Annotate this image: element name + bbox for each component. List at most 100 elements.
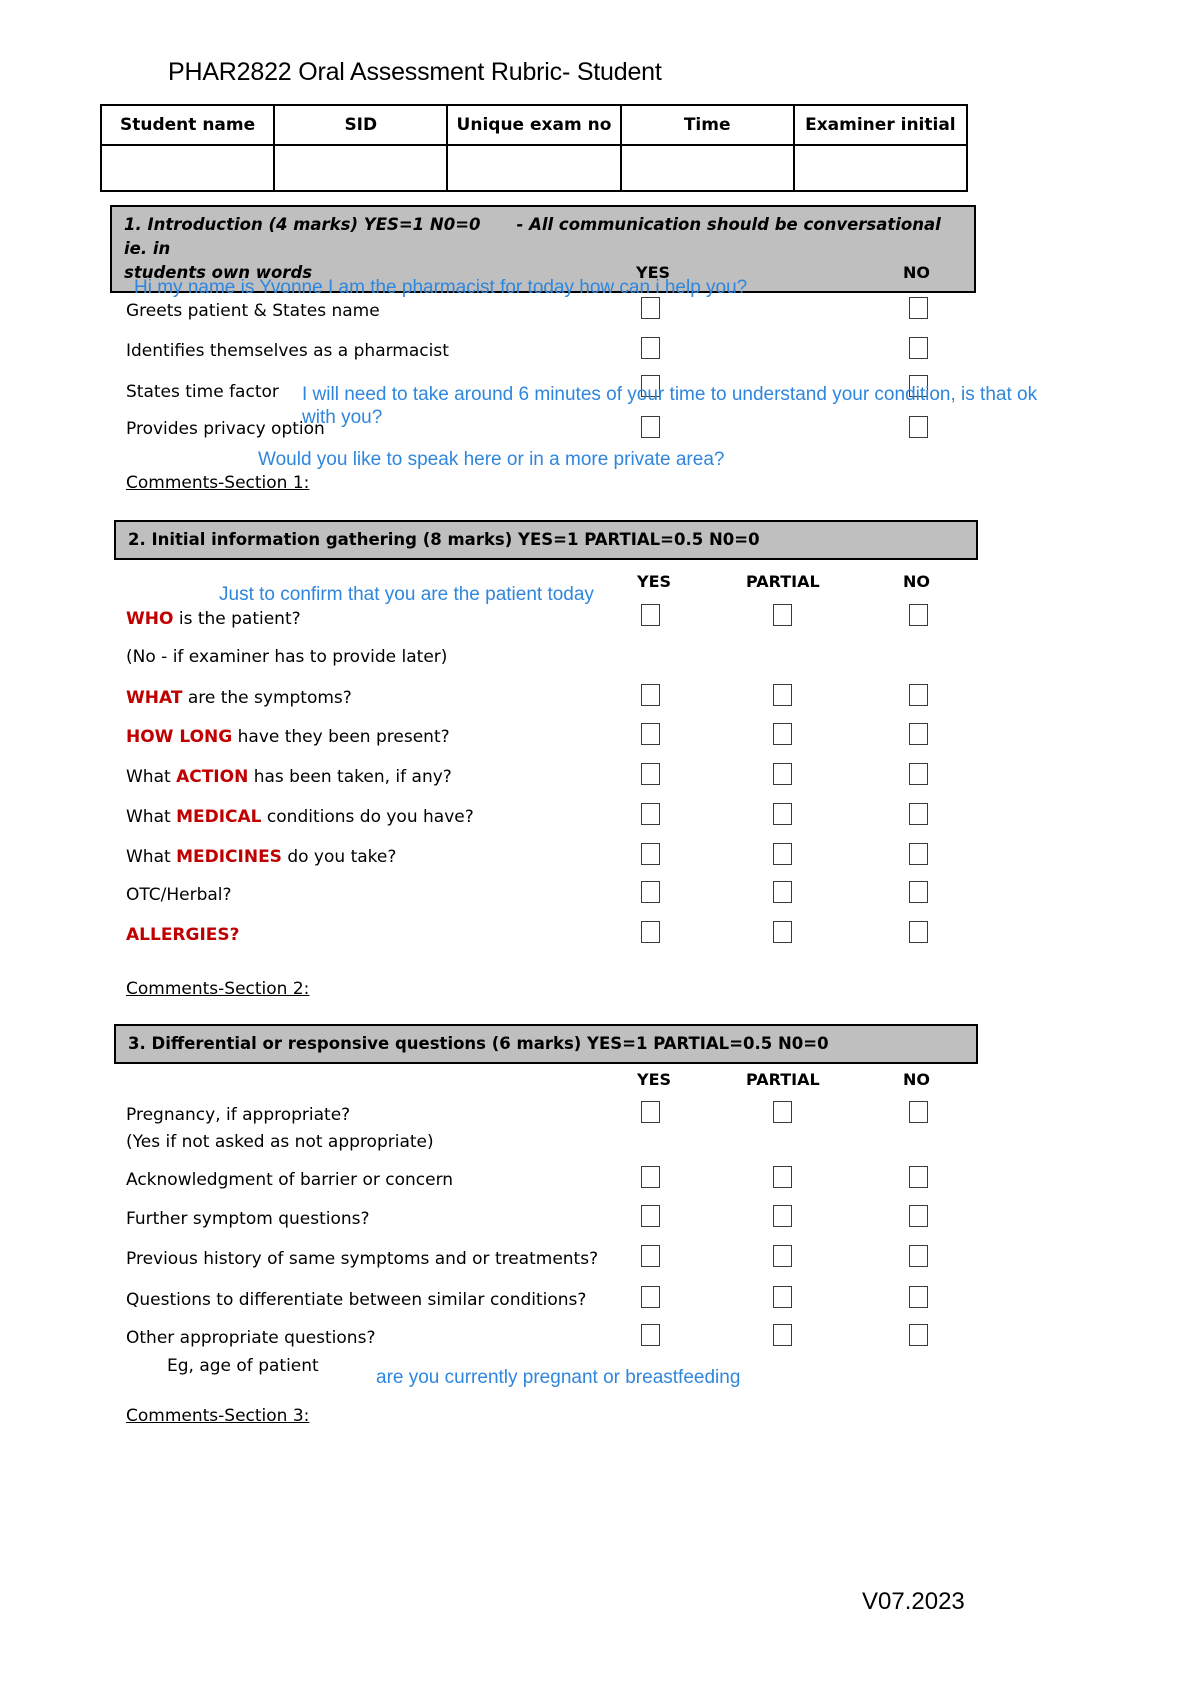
checkbox-s2-action-yes[interactable]: [641, 763, 660, 785]
section-1-comments-label[interactable]: Comments-Section 1:: [126, 473, 309, 493]
row-rest-medicines: do you take?: [281, 847, 397, 867]
field-examiner-initial[interactable]: [792, 144, 969, 192]
checkbox-s1-privacy-no[interactable]: [909, 416, 928, 438]
column-header-student-name: Student name: [99, 104, 276, 146]
section-2-row-label-what: WHAT are the symptoms?: [126, 688, 352, 708]
checkbox-s3-further-partial[interactable]: [773, 1205, 792, 1227]
section-3-row-label-acknowledgment: Acknowledgment of barrier or concern: [126, 1170, 454, 1190]
section-1-row-label-states-time-factor: States time factor: [126, 382, 279, 402]
checkbox-s3-acknowledgment-no[interactable]: [909, 1166, 928, 1188]
checkbox-s2-allergies-no[interactable]: [909, 921, 928, 943]
student-identity-table: Student name SID Unique exam no Time Exa…: [99, 104, 969, 192]
checkbox-s3-pregnancy-no[interactable]: [909, 1101, 928, 1123]
checkbox-s1-greets-no[interactable]: [909, 297, 928, 319]
checkbox-s2-allergies-yes[interactable]: [641, 921, 660, 943]
section-2-row-label-who: WHO is the patient?: [126, 609, 301, 629]
field-time[interactable]: [619, 144, 795, 192]
checkbox-s2-what-partial[interactable]: [773, 684, 792, 706]
checkbox-s2-medicines-partial[interactable]: [773, 843, 792, 865]
document-page: PHAR2822 Oral Assessment Rubric- Student…: [0, 0, 1200, 1698]
field-unique-exam-no[interactable]: [446, 144, 622, 192]
emphasis-medicines: MEDICINES: [176, 847, 282, 867]
emphasis-action: ACTION: [176, 767, 249, 787]
checkbox-s2-medical-yes[interactable]: [641, 803, 660, 825]
checkbox-s3-differentiate-partial[interactable]: [773, 1286, 792, 1308]
row-rest-what: are the symptoms?: [182, 688, 352, 708]
section-3-row-label-further-symptom: Further symptom questions?: [126, 1209, 370, 1229]
section-3-annotation-pregnant-breastfeeding: are you currently pregnant or breastfeed…: [376, 1367, 741, 1388]
checkbox-s1-privacy-yes[interactable]: [641, 416, 660, 438]
checkbox-s3-other-yes[interactable]: [641, 1324, 660, 1346]
checkbox-s3-other-partial[interactable]: [773, 1324, 792, 1346]
checkbox-s2-medical-partial[interactable]: [773, 803, 792, 825]
checkbox-s1-greets-yes[interactable]: [641, 297, 660, 319]
checkbox-s2-who-yes[interactable]: [641, 604, 660, 626]
field-sid[interactable]: [273, 144, 449, 192]
checkbox-s2-who-partial[interactable]: [773, 604, 792, 626]
checkbox-s3-further-yes[interactable]: [641, 1205, 660, 1227]
row-prefix-action: What: [126, 767, 177, 787]
checkbox-s3-previous-no[interactable]: [909, 1245, 928, 1267]
page-title: PHAR2822 Oral Assessment Rubric- Student: [168, 58, 662, 86]
checkbox-s2-what-no[interactable]: [909, 684, 928, 706]
section-3-row-label-previous-history: Previous history of same symptoms and or…: [126, 1249, 599, 1269]
checkbox-s2-action-partial[interactable]: [773, 763, 792, 785]
section-1-heading-prefix: 1. Introduction (4 marks) YES=1 N0=0: [124, 215, 481, 234]
checkbox-s3-further-no[interactable]: [909, 1205, 928, 1227]
checkbox-s2-who-no[interactable]: [909, 604, 928, 626]
checkbox-s2-howlong-no[interactable]: [909, 723, 928, 745]
column-header-unique-exam-no: Unique exam no: [446, 104, 622, 146]
section-2-column-header-yes: YES: [637, 572, 672, 591]
checkbox-s3-acknowledgment-yes[interactable]: [641, 1166, 660, 1188]
checkbox-s1-identifies-yes[interactable]: [641, 337, 660, 359]
checkbox-s2-medical-no[interactable]: [909, 803, 928, 825]
section-2-heading-text: 2. Initial information gathering (8 mark…: [128, 530, 760, 549]
row-prefix-medicines: What: [126, 847, 177, 867]
section-3-column-header-partial: PARTIAL: [746, 1070, 820, 1089]
checkbox-s2-otc-no[interactable]: [909, 881, 928, 903]
checkbox-s1-identifies-no[interactable]: [909, 337, 928, 359]
section-2-column-header-no: NO: [903, 572, 930, 591]
checkbox-s2-action-no[interactable]: [909, 763, 928, 785]
emphasis-how-long: HOW LONG: [126, 727, 233, 747]
table-row: [99, 144, 969, 192]
section-3-note-pregnancy: (Yes if not asked as not appropriate): [126, 1132, 434, 1152]
checkbox-s3-previous-partial[interactable]: [773, 1245, 792, 1267]
checkbox-s2-howlong-partial[interactable]: [773, 723, 792, 745]
checkbox-s2-allergies-partial[interactable]: [773, 921, 792, 943]
field-student-name[interactable]: [99, 144, 276, 192]
section-3-heading-bar: 3. Differential or responsive questions …: [114, 1024, 978, 1064]
emphasis-medical: MEDICAL: [176, 807, 262, 827]
checkbox-s3-differentiate-yes[interactable]: [641, 1286, 660, 1308]
checkbox-s3-previous-yes[interactable]: [641, 1245, 660, 1267]
checkbox-s2-otc-yes[interactable]: [641, 881, 660, 903]
section-3-heading-text: 3. Differential or responsive questions …: [128, 1034, 829, 1053]
section-1-annotation-privacy: Would you like to speak here or in a mor…: [258, 449, 725, 470]
checkbox-s2-medicines-no[interactable]: [909, 843, 928, 865]
section-2-row-label-otc-herbal: OTC/Herbal?: [126, 885, 232, 905]
section-3-comments-label[interactable]: Comments-Section 3:: [126, 1406, 309, 1426]
section-2-comments-label[interactable]: Comments-Section 2:: [126, 979, 309, 999]
checkbox-s3-pregnancy-yes[interactable]: [641, 1101, 660, 1123]
checkbox-s3-pregnancy-partial[interactable]: [773, 1101, 792, 1123]
section-3-column-header-no: NO: [903, 1070, 930, 1089]
checkbox-s3-acknowledgment-partial[interactable]: [773, 1166, 792, 1188]
section-2-row-label-allergies: ALLERGIES?: [126, 925, 240, 945]
checkbox-s2-howlong-yes[interactable]: [641, 723, 660, 745]
emphasis-what: WHAT: [126, 688, 183, 708]
checkbox-s2-otc-partial[interactable]: [773, 881, 792, 903]
row-rest-medical: conditions do you have?: [261, 807, 474, 827]
table-header-row: Student name SID Unique exam no Time Exa…: [99, 104, 969, 146]
section-2-row-label-how-long: HOW LONG have they been present?: [126, 727, 450, 747]
section-2-row-label-action: What ACTION has been taken, if any?: [126, 767, 452, 787]
section-1-row-label-greets-patient: Greets patient & States name: [126, 301, 380, 321]
checkbox-s3-differentiate-no[interactable]: [909, 1286, 928, 1308]
section-1-row-label-privacy-option: Provides privacy option: [126, 419, 325, 439]
section-2-row-label-medicines: What MEDICINES do you take?: [126, 847, 396, 867]
checkbox-s2-what-yes[interactable]: [641, 684, 660, 706]
checkbox-s2-medicines-yes[interactable]: [641, 843, 660, 865]
emphasis-who: WHO: [126, 609, 174, 629]
checkbox-s3-other-no[interactable]: [909, 1324, 928, 1346]
section-1-column-header-no: NO: [903, 263, 930, 282]
section-2-column-header-partial: PARTIAL: [746, 572, 820, 591]
